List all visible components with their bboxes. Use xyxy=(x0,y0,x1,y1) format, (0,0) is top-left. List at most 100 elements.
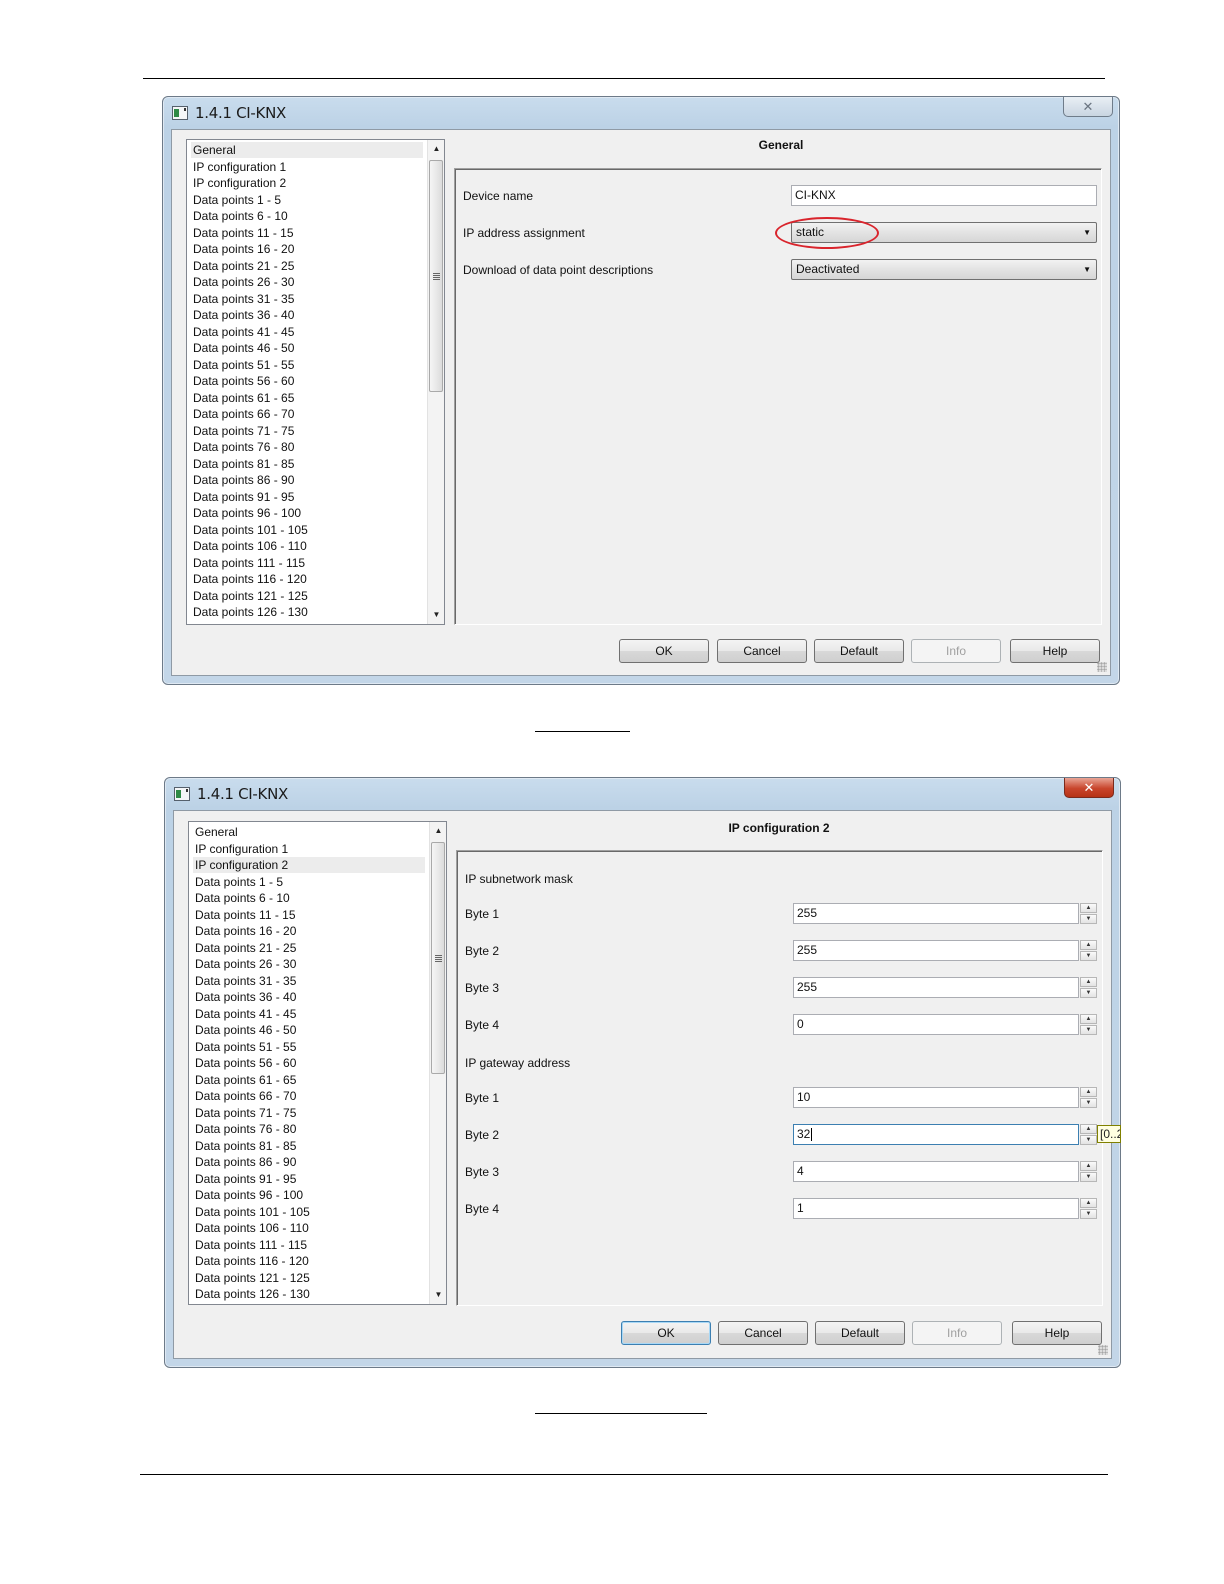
tree-item[interactable]: Data points 26 - 30 xyxy=(191,274,296,290)
tree-item[interactable]: IP configuration 1 xyxy=(191,159,288,175)
tree-item[interactable]: Data points 16 - 20 xyxy=(191,241,296,257)
tree-item[interactable]: Data points 1 - 5 xyxy=(193,874,285,890)
tree-item[interactable]: Data points 21 - 25 xyxy=(191,258,296,274)
gateway-byte-input[interactable]: 4 xyxy=(793,1161,1079,1182)
tree-item[interactable]: Data points 61 - 65 xyxy=(191,390,296,406)
tree-item[interactable]: Data points 11 - 15 xyxy=(193,907,298,923)
tree-item[interactable]: Data points 56 - 60 xyxy=(191,373,296,389)
tree-item[interactable]: Data points 36 - 40 xyxy=(191,307,296,323)
tree-item[interactable]: Data points 56 - 60 xyxy=(193,1055,298,1071)
spin-up-icon[interactable]: ▲ xyxy=(1080,940,1097,950)
tree-item[interactable]: Data points 86 - 90 xyxy=(193,1154,298,1170)
ok-button[interactable]: OK xyxy=(621,1321,711,1345)
tree-item[interactable]: Data points 6 - 10 xyxy=(191,208,290,224)
gateway-byte-spinner[interactable]: ▲ ▼ xyxy=(1080,1124,1097,1145)
tree-item[interactable]: Data points 41 - 45 xyxy=(191,324,296,340)
spin-up-icon[interactable]: ▲ xyxy=(1080,1161,1097,1171)
gateway-byte-input[interactable]: 10 xyxy=(793,1087,1079,1108)
tree-item[interactable]: Data points 121 - 125 xyxy=(191,588,310,604)
subnet-byte-spinner[interactable]: ▲ ▼ xyxy=(1080,940,1097,961)
tree-item[interactable]: Data points 76 - 80 xyxy=(191,439,296,455)
tree-item[interactable]: Data points 41 - 45 xyxy=(193,1006,298,1022)
spin-up-icon[interactable]: ▲ xyxy=(1080,1198,1097,1208)
tree-item[interactable]: Data points 46 - 50 xyxy=(193,1022,298,1038)
tree-item[interactable]: Data points 86 - 90 xyxy=(191,472,296,488)
tree-item[interactable]: Data points 71 - 75 xyxy=(193,1105,298,1121)
cancel-button[interactable]: Cancel xyxy=(717,639,807,663)
spin-down-icon[interactable]: ▼ xyxy=(1080,1098,1097,1108)
gateway-byte-spinner[interactable]: ▲ ▼ xyxy=(1080,1087,1097,1108)
tree-item[interactable]: Data points 106 - 110 xyxy=(191,538,309,554)
tree-item[interactable]: General xyxy=(193,824,240,840)
subnet-byte-spinner[interactable]: ▲ ▼ xyxy=(1080,977,1097,998)
close-button[interactable]: ✕ xyxy=(1063,97,1113,117)
gateway-byte-spinner[interactable]: ▲ ▼ xyxy=(1080,1161,1097,1182)
tree-item[interactable]: Data points 11 - 15 xyxy=(191,225,296,241)
spin-up-icon[interactable]: ▲ xyxy=(1080,1087,1097,1097)
tree-item[interactable]: Data points 81 - 85 xyxy=(193,1138,298,1154)
tree-item[interactable]: IP configuration 2 xyxy=(191,175,288,191)
tree-item[interactable]: Data points 71 - 75 xyxy=(191,423,296,439)
spin-up-icon[interactable]: ▲ xyxy=(1080,977,1097,987)
tree-item[interactable]: Data points 16 - 20 xyxy=(193,923,298,939)
subnet-byte-input[interactable]: 255 xyxy=(793,940,1079,961)
tree-item[interactable]: Data points 126 - 130 xyxy=(191,604,310,620)
titlebar[interactable]: 1.4.1 CI-KNX ✕ xyxy=(163,97,1119,129)
tree-item[interactable]: Data points 111 - 115 xyxy=(191,555,307,571)
tree-item[interactable]: Data points 61 - 65 xyxy=(193,1072,298,1088)
tree-scrollbar[interactable]: ▲ ▼ xyxy=(429,822,446,1304)
tree-item[interactable]: Data points 126 - 130 xyxy=(193,1286,312,1302)
tree-item[interactable]: Data points 31 - 35 xyxy=(191,291,296,307)
ok-button[interactable]: OK xyxy=(619,639,709,663)
gateway-byte-spinner[interactable]: ▲ ▼ xyxy=(1080,1198,1097,1219)
tree-item[interactable]: Data points 6 - 10 xyxy=(193,890,292,906)
tree-item[interactable]: Data points 46 - 50 xyxy=(191,340,296,356)
tree-item[interactable]: Data points 81 - 85 xyxy=(191,456,296,472)
tree-item[interactable]: Data points 66 - 70 xyxy=(191,406,296,422)
help-button[interactable]: Help xyxy=(1010,639,1100,663)
help-button[interactable]: Help xyxy=(1012,1321,1102,1345)
tree-item[interactable]: Data points 21 - 25 xyxy=(193,940,298,956)
scroll-up-icon[interactable]: ▲ xyxy=(430,823,446,839)
spin-down-icon[interactable]: ▼ xyxy=(1080,1025,1097,1035)
subnet-byte-input[interactable]: 255 xyxy=(793,977,1079,998)
scroll-thumb[interactable] xyxy=(429,160,443,392)
parameter-tree[interactable]: ▲ ▼ General IP configuration 1 IP configur… xyxy=(188,821,447,1305)
tree-item[interactable]: Data points 96 - 100 xyxy=(191,505,303,521)
spin-down-icon[interactable]: ▼ xyxy=(1080,951,1097,961)
close-button[interactable]: ✕ xyxy=(1064,778,1114,798)
tree-item[interactable]: Data points 51 - 55 xyxy=(191,357,296,373)
tree-item[interactable]: Data points 1 - 5 xyxy=(191,192,283,208)
resize-grip-icon[interactable] xyxy=(1097,662,1107,672)
tree-item[interactable]: Data points 116 - 120 xyxy=(193,1253,311,1269)
tree-item[interactable]: Data points 101 - 105 xyxy=(191,522,310,538)
tree-item[interactable]: General xyxy=(191,142,423,158)
tree-item[interactable]: Data points 66 - 70 xyxy=(193,1088,298,1104)
tree-item[interactable]: Data points 116 - 120 xyxy=(191,571,309,587)
subnet-byte-spinner[interactable]: ▲ ▼ xyxy=(1080,903,1097,924)
download-descriptions-select[interactable]: Deactivated ▼ xyxy=(791,259,1097,280)
tree-scrollbar[interactable]: ▲ ▼ xyxy=(427,140,444,624)
tree-item[interactable]: Data points 121 - 125 xyxy=(193,1270,312,1286)
titlebar[interactable]: 1.4.1 CI-KNX ✕ xyxy=(165,778,1120,810)
parameter-tree[interactable]: ▲ ▼ General IP configuration 1 IP configur… xyxy=(186,139,445,625)
subnet-byte-input[interactable]: 0 xyxy=(793,1014,1079,1035)
scroll-down-icon[interactable]: ▼ xyxy=(430,1287,446,1303)
gateway-byte-input[interactable]: 1 xyxy=(793,1198,1079,1219)
resize-grip-icon[interactable] xyxy=(1098,1345,1108,1355)
default-button[interactable]: Default xyxy=(814,639,904,663)
gateway-byte-input[interactable]: 32 xyxy=(793,1124,1079,1145)
spin-down-icon[interactable]: ▼ xyxy=(1080,1135,1097,1145)
cancel-button[interactable]: Cancel xyxy=(718,1321,808,1345)
tree-item[interactable]: Data points 111 - 115 xyxy=(193,1237,309,1253)
tree-item[interactable]: Data points 36 - 40 xyxy=(193,989,298,1005)
spin-down-icon[interactable]: ▼ xyxy=(1080,1172,1097,1182)
tree-item[interactable]: IP configuration 2 xyxy=(193,857,425,873)
device-name-input[interactable]: CI-KNX xyxy=(791,185,1097,206)
spin-down-icon[interactable]: ▼ xyxy=(1080,914,1097,924)
spin-up-icon[interactable]: ▲ xyxy=(1080,1014,1097,1024)
default-button[interactable]: Default xyxy=(815,1321,905,1345)
spin-up-icon[interactable]: ▲ xyxy=(1080,1124,1097,1134)
scroll-up-icon[interactable]: ▲ xyxy=(428,141,444,157)
tree-item[interactable]: Data points 91 - 95 xyxy=(191,489,296,505)
